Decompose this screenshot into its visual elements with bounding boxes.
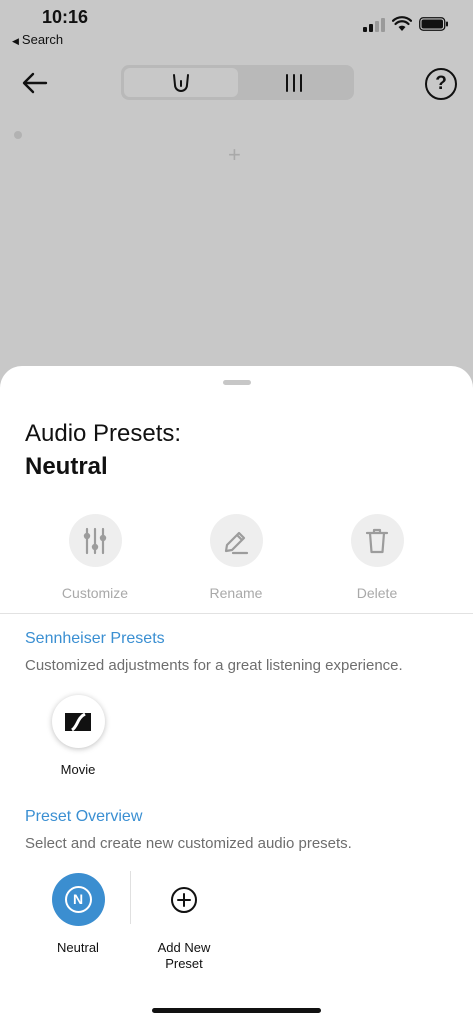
preset-overview-heading: Preset Overview <box>25 808 143 825</box>
trash-icon <box>365 528 389 553</box>
view-segmented-control <box>121 65 354 100</box>
sound-mode-icon <box>173 73 189 92</box>
preset-separator <box>130 871 131 924</box>
delete-icon-circle <box>350 514 404 567</box>
cellular-signal-icon <box>363 18 385 32</box>
sheet-grabber-handle[interactable] <box>223 380 251 385</box>
tab-equalizer[interactable] <box>237 68 351 97</box>
customize-icon-circle <box>68 514 122 567</box>
top-navigation-bar: ? <box>0 60 473 106</box>
sennheiser-presets-heading: Sennheiser Presets <box>25 630 165 647</box>
back-to-app-link[interactable]: ◀ Search <box>12 32 63 47</box>
audio-presets-sheet: Audio Presets: Neutral Customize Rename <box>0 366 473 1024</box>
add-circle-icon <box>171 886 197 913</box>
add-preset-label: Add New Preset <box>139 940 229 972</box>
preset-movie[interactable]: Movie <box>33 695 123 778</box>
back-arrow-icon[interactable] <box>20 68 50 98</box>
tab-sound-mode[interactable] <box>124 68 238 97</box>
neutral-preset-circle: N <box>51 873 105 926</box>
preset-overview-description: Select and create new customized audio p… <box>25 835 352 852</box>
sliders-icon <box>83 527 107 554</box>
add-preset-label-line1: Add New <box>157 940 211 955</box>
add-preset-circle <box>158 873 211 926</box>
back-triangle-icon: ◀ <box>12 36 19 46</box>
current-preset-name: Neutral <box>25 453 108 480</box>
rename-button[interactable]: Rename <box>191 514 281 601</box>
equalizer-bars-icon <box>286 73 302 92</box>
movie-preset-label: Movie <box>60 762 96 777</box>
section-divider <box>0 613 473 614</box>
neutral-preset-label: Neutral <box>57 940 99 955</box>
battery-icon <box>419 17 448 31</box>
add-new-preset-button[interactable]: Add New Preset <box>139 873 229 972</box>
customize-button[interactable]: Customize <box>50 514 140 601</box>
sheet-title: Audio Presets: <box>25 420 182 447</box>
plus-icon: + <box>228 142 241 167</box>
status-time: 10:16 <box>42 7 89 27</box>
status-bar: 10:16 ◀ Search <box>0 0 473 52</box>
sennheiser-presets-description: Customized adjustments for a great liste… <box>25 657 403 674</box>
pencil-icon <box>224 531 249 554</box>
rename-label: Rename <box>209 585 263 601</box>
wifi-icon <box>392 16 412 31</box>
help-button[interactable]: ? <box>425 68 457 100</box>
back-to-app-label: Search <box>21 32 64 47</box>
home-indicator[interactable] <box>152 1008 321 1013</box>
customize-label: Customize <box>61 585 129 601</box>
delete-label: Delete <box>356 585 398 601</box>
indicator-dot <box>14 131 22 139</box>
delete-button[interactable]: Delete <box>332 514 422 601</box>
preset-neutral[interactable]: N Neutral <box>33 873 123 956</box>
sennheiser-logo-icon <box>65 712 91 731</box>
neutral-badge-icon: N <box>64 886 92 913</box>
add-preset-label-line2: Preset <box>165 956 203 971</box>
rename-icon-circle <box>209 514 263 567</box>
movie-preset-circle <box>51 695 105 748</box>
